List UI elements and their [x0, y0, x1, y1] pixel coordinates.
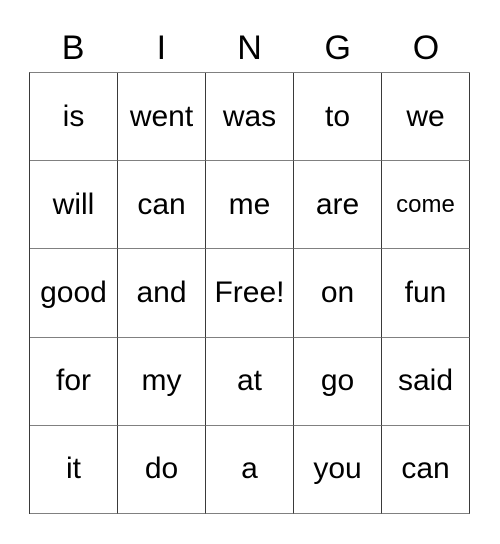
bingo-cell-g2[interactable]: are [294, 161, 382, 250]
bingo-cell-label: is [62, 99, 85, 133]
bingo-cell-i4[interactable]: my [118, 337, 206, 426]
bingo-header-row: B I N G O [29, 16, 470, 68]
bingo-cell-i2[interactable]: can [118, 161, 206, 250]
bingo-cell-label: are [315, 187, 360, 221]
bingo-cell-n1[interactable]: was [206, 73, 294, 162]
bingo-cell-g1[interactable]: to [294, 73, 382, 162]
bingo-header-letter-i: I [156, 29, 167, 67]
bingo-header-letter-g: G [324, 29, 351, 67]
bingo-cell-g4[interactable]: go [294, 337, 382, 426]
bingo-cell-label: come [396, 190, 455, 218]
bingo-cell-label: said [397, 364, 454, 398]
bingo-cell-b4[interactable]: for [30, 337, 118, 426]
bingo-header-letter-n: N [237, 29, 262, 67]
bingo-card: B I N G O is went was to we will can me … [0, 0, 500, 544]
bingo-cell-label: do [144, 452, 179, 486]
bingo-grid: is went was to we will can me are come g… [29, 72, 470, 514]
bingo-cell-label: can [401, 452, 450, 486]
bingo-cell-o5[interactable]: can [382, 425, 470, 514]
bingo-cell-label: me [228, 187, 271, 221]
bingo-header-letter-b: B [61, 29, 85, 67]
bingo-cell-label: was [222, 99, 277, 133]
bingo-cell-label: it [66, 452, 81, 486]
bingo-cell-label: to [324, 99, 351, 133]
bingo-cell-label: fun [404, 275, 447, 309]
bingo-cell-b5[interactable]: it [30, 425, 118, 514]
bingo-cell-b2[interactable]: will [30, 161, 118, 250]
bingo-cell-label: on [320, 275, 355, 309]
bingo-cell-o1[interactable]: we [382, 73, 470, 162]
bingo-cell-b1[interactable]: is [30, 73, 118, 162]
bingo-cell-o3[interactable]: fun [382, 249, 470, 338]
bingo-cell-label: you [313, 452, 362, 486]
bingo-cell-label: went [129, 99, 194, 133]
bingo-cell-i3[interactable]: and [118, 249, 206, 338]
bingo-cell-b3[interactable]: good [30, 249, 118, 338]
bingo-cell-label: a [241, 452, 258, 486]
bingo-cell-g3[interactable]: on [294, 249, 382, 338]
bingo-cell-label: good [40, 275, 107, 309]
bingo-cell-o4[interactable]: said [382, 337, 470, 426]
bingo-cell-n4[interactable]: at [206, 337, 294, 426]
bingo-cell-i5[interactable]: do [118, 425, 206, 514]
bingo-cell-o2[interactable]: come [382, 161, 470, 250]
bingo-cell-free-space[interactable]: Free! [206, 249, 294, 338]
bingo-cell-label: my [141, 364, 182, 398]
bingo-cell-n5[interactable]: a [206, 425, 294, 514]
bingo-cell-i1[interactable]: went [118, 73, 206, 162]
bingo-cell-label: we [406, 99, 445, 133]
bingo-cell-label: will [52, 187, 95, 221]
bingo-cell-label: for [55, 364, 91, 398]
bingo-header-letter-o: O [412, 29, 440, 67]
bingo-free-space-label: Free! [214, 275, 285, 309]
bingo-cell-label: go [320, 364, 355, 398]
bingo-cell-label: at [236, 364, 263, 398]
bingo-cell-g5[interactable]: you [294, 425, 382, 514]
bingo-cell-label: and [136, 275, 187, 309]
bingo-cell-n2[interactable]: me [206, 161, 294, 250]
bingo-cell-label: can [137, 187, 186, 221]
